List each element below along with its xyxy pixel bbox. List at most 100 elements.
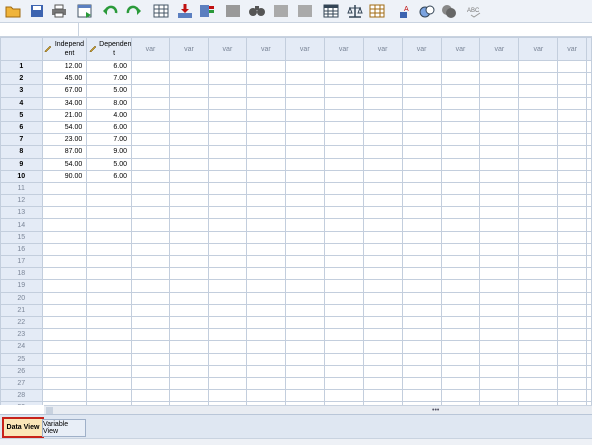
grid-cell[interactable] <box>284 218 325 232</box>
grid-cell[interactable] <box>207 206 247 220</box>
grid-cell[interactable] <box>169 108 209 122</box>
grid-cell[interactable] <box>41 352 88 366</box>
grid-cell[interactable] <box>440 340 481 354</box>
grid-cell[interactable] <box>440 145 481 159</box>
grid-cell[interactable] <box>586 218 592 232</box>
grid-cell[interactable] <box>440 108 481 122</box>
column-header-dependent[interactable]: Dependen t <box>86 37 133 61</box>
grid-cell[interactable] <box>479 376 520 391</box>
grid-cell[interactable] <box>86 218 133 232</box>
grid-cell[interactable] <box>245 328 286 342</box>
cell-reference-box[interactable] <box>0 23 79 36</box>
select-cases-icon[interactable] <box>368 2 386 20</box>
grid-cell[interactable] <box>557 218 587 232</box>
grid-cell[interactable] <box>440 315 481 330</box>
grid-cell[interactable] <box>323 230 364 244</box>
grid-cell[interactable] <box>586 108 592 122</box>
grid-cell[interactable] <box>245 120 286 135</box>
grid-cell[interactable] <box>131 279 170 293</box>
grid-cell[interactable] <box>557 108 587 122</box>
grid-cell[interactable] <box>245 157 286 171</box>
grid-cell[interactable] <box>169 96 209 110</box>
grid-cell[interactable] <box>207 120 247 135</box>
grid-cell[interactable] <box>245 279 286 293</box>
grid-cell[interactable] <box>401 352 442 366</box>
value-labels-icon[interactable]: A <box>398 2 416 20</box>
grid-cell[interactable] <box>362 96 403 110</box>
grid-cell[interactable] <box>169 315 209 330</box>
grid-cell[interactable] <box>479 194 520 208</box>
column-header-var-partial[interactable] <box>586 37 592 61</box>
grid-cell[interactable]: 6.00 <box>86 59 133 74</box>
grid-cell[interactable] <box>169 59 209 74</box>
grid-cell[interactable] <box>41 254 88 269</box>
run-descriptives-icon[interactable] <box>224 2 242 20</box>
grid-cell[interactable] <box>586 96 592 110</box>
grid-cell[interactable] <box>401 303 442 317</box>
grid-cell[interactable] <box>557 157 587 171</box>
grid-cell[interactable]: 6.00 <box>86 169 133 183</box>
grid-cell[interactable] <box>440 218 481 232</box>
grid-cell[interactable] <box>362 376 403 391</box>
grid-cell[interactable] <box>401 254 442 269</box>
spelling-icon[interactable]: ABC <box>466 2 484 20</box>
row-header[interactable]: 18 <box>0 267 43 281</box>
grid-cell[interactable] <box>362 72 403 86</box>
grid-cell[interactable] <box>169 291 209 305</box>
grid-cell[interactable] <box>323 291 364 305</box>
grid-cell[interactable] <box>131 96 170 110</box>
grid-cell[interactable] <box>245 303 286 317</box>
grid-cell[interactable] <box>479 133 520 147</box>
grid-cell[interactable] <box>557 389 587 403</box>
grid-cell[interactable]: 9.00 <box>86 145 133 159</box>
grid-cell[interactable] <box>207 267 247 281</box>
grid-cell[interactable] <box>131 352 170 366</box>
row-header[interactable]: 12 <box>0 194 43 208</box>
row-header[interactable]: 8 <box>0 145 43 159</box>
grid-cell[interactable] <box>207 254 247 269</box>
grid-cell[interactable]: 6.00 <box>86 120 133 135</box>
open-icon[interactable] <box>4 2 22 20</box>
grid-cell[interactable] <box>284 108 325 122</box>
grid-cell[interactable] <box>169 120 209 135</box>
grid-cell[interactable]: 7.00 <box>86 72 133 86</box>
grid-cell[interactable] <box>518 96 559 110</box>
grid-cell[interactable] <box>479 328 520 342</box>
grid-cell[interactable] <box>479 181 520 196</box>
grid-cell[interactable] <box>245 194 286 208</box>
grid-cell[interactable] <box>131 120 170 135</box>
grid-cell[interactable] <box>323 267 364 281</box>
grid-cell[interactable] <box>86 194 133 208</box>
grid-cell[interactable] <box>245 389 286 403</box>
grid-cell[interactable] <box>207 242 247 257</box>
grid-cell[interactable] <box>557 315 587 330</box>
grid-cell[interactable] <box>557 72 587 86</box>
grid-cell[interactable] <box>41 206 88 220</box>
grid-cell[interactable] <box>323 303 364 317</box>
grid-cell[interactable] <box>401 145 442 159</box>
grid-cell[interactable] <box>169 340 209 354</box>
grid-cell[interactable] <box>518 267 559 281</box>
grid-cell[interactable] <box>518 230 559 244</box>
grid-cell[interactable] <box>245 364 286 378</box>
grid-cell[interactable] <box>557 194 587 208</box>
grid-cell[interactable] <box>557 242 587 257</box>
grid-cell[interactable] <box>362 340 403 354</box>
grid-cell[interactable] <box>169 303 209 317</box>
grid-cell[interactable] <box>362 218 403 232</box>
grid-cell[interactable] <box>284 279 325 293</box>
grid-cell[interactable] <box>586 169 592 183</box>
grid-cell[interactable] <box>440 181 481 196</box>
grid-cell[interactable] <box>41 389 88 403</box>
grid-cell[interactable] <box>284 181 325 196</box>
grid-cell[interactable] <box>207 84 247 98</box>
grid-cell[interactable] <box>362 145 403 159</box>
column-header-var[interactable]: var <box>245 37 286 61</box>
grid-cell[interactable] <box>401 242 442 257</box>
grid-cell[interactable] <box>245 96 286 110</box>
grid-cell[interactable] <box>479 120 520 135</box>
grid-cell[interactable] <box>586 364 592 378</box>
grid-cell[interactable] <box>557 181 587 196</box>
grid-cell[interactable]: 34.00 <box>41 96 88 110</box>
grid-cell[interactable] <box>245 108 286 122</box>
